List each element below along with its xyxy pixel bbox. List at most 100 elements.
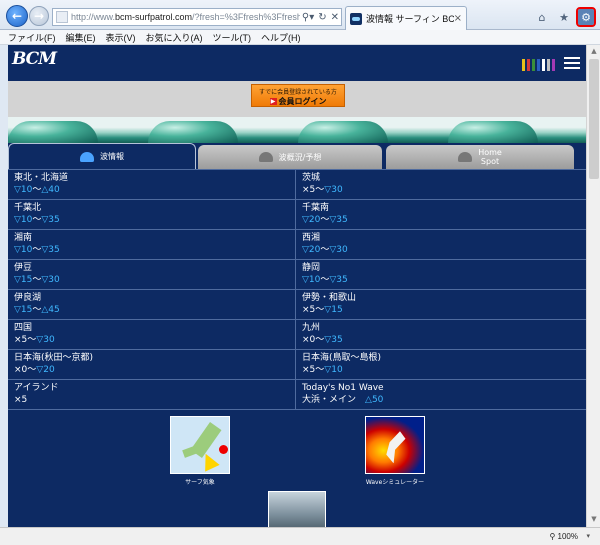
menu-file[interactable]: ファイル(F): [8, 31, 56, 44]
search-dropdown-icon[interactable]: ⚲▾: [300, 12, 316, 23]
refresh-icon[interactable]: ↻: [316, 12, 328, 23]
logo-text: BCM: [12, 49, 57, 69]
scroll-thumb[interactable]: [589, 59, 599, 179]
address-url[interactable]: http://www.bcm-surfpatrol.com/?fresh=%3F…: [71, 12, 300, 22]
region-cell[interactable]: 茨城 ×5〜▽30: [296, 170, 586, 200]
hamburger-menu-icon[interactable]: [564, 57, 580, 69]
address-bar[interactable]: http://www.bcm-surfpatrol.com/?fresh=%3F…: [52, 8, 342, 26]
url-domain: bcm-surfpatrol.com: [115, 12, 193, 22]
region-name: Today's No1 Wave: [302, 383, 384, 393]
region-cell[interactable]: 静岡 ▽10〜▽35: [296, 260, 586, 290]
browser-tab[interactable]: 波情報 サーフィン BCM ×: [345, 6, 467, 30]
region-condition: 大浜・メイン △50: [302, 395, 384, 405]
close-tab-icon[interactable]: ×: [454, 13, 462, 24]
region-cell[interactable]: 東北・北海道 ▽10〜△40: [8, 170, 296, 200]
region-name: 日本海(秋田〜京都): [14, 353, 94, 363]
region-cell[interactable]: 伊良湖 ▽15〜△45: [8, 290, 296, 320]
region-cell[interactable]: アイランド ×5: [8, 380, 296, 410]
region-cell[interactable]: 伊豆 ▽15〜▽30: [8, 260, 296, 290]
region-condition: ▽20〜▽30: [302, 245, 348, 255]
region-condition: ▽10〜▽35: [302, 275, 348, 285]
gear-icon[interactable]: ⚙: [576, 7, 596, 27]
forward-button[interactable]: →: [29, 6, 49, 26]
member-login-button[interactable]: すでに会員登録されている方 ▶ 会員ログイン: [251, 84, 345, 107]
vertical-scrollbar[interactable]: ▲ ▼: [586, 45, 600, 527]
region-name: アイランド: [14, 383, 59, 393]
surf-photo-thumbnail[interactable]: [268, 491, 326, 527]
region-cell[interactable]: 四国 ×5〜▽30: [8, 320, 296, 350]
tab-forecast-label: 波概況/予想: [278, 152, 322, 162]
menu-help[interactable]: ヘルプ(H): [261, 31, 301, 44]
region-cell[interactable]: Today's No1 Wave 大浜・メイン △50: [296, 380, 586, 410]
login-banner: すでに会員登録されている方 ▶ 会員ログイン: [8, 81, 586, 117]
zoom-level[interactable]: ⚲ 100%: [549, 532, 578, 541]
wave-simulator-caption: Waveシミュレーター: [365, 479, 425, 486]
region-name: 伊勢・和歌山: [302, 293, 357, 303]
region-cell[interactable]: 西湘 ▽20〜▽30: [296, 230, 586, 260]
region-name: 茨城: [302, 173, 321, 183]
wave-banner-image: [8, 117, 586, 143]
region-condition: ▽20〜▽35: [302, 215, 348, 225]
tab-wave-info-label: 波情報: [100, 152, 124, 161]
thumbnail-area: サーフ気象 Waveシミュレーター: [8, 410, 586, 527]
site-tabs: 波情報 波概況/予想 Home Spot: [8, 143, 586, 169]
region-name: 西湘: [302, 233, 321, 243]
language-flags-icon[interactable]: [522, 59, 555, 71]
region-grid: 東北・北海道 ▽10〜△40 茨城 ×5〜▽30 千葉北 ▽10〜▽35 千葉南 ▽20〜▽3…: [8, 169, 586, 410]
login-subtext: すでに会員登録されている方: [259, 89, 337, 96]
tab-wave-info[interactable]: 波情報: [8, 143, 196, 169]
region-condition: ▽10〜△40: [14, 185, 60, 195]
region-condition: ×5〜▽10: [302, 365, 343, 375]
menu-tools[interactable]: ツール(T): [213, 31, 252, 44]
region-condition: ×5: [14, 395, 28, 405]
surf-weather-caption: サーフ気象: [185, 479, 215, 486]
menu-view[interactable]: 表示(V): [106, 31, 136, 44]
region-name: 四国: [14, 323, 33, 333]
bcm-logo[interactable]: BCM: [12, 49, 57, 69]
browser-toolbar: ← → http://www.bcm-surfpatrol.com/?fresh…: [0, 0, 600, 30]
home-icon[interactable]: ⌂: [534, 9, 550, 25]
wave-simulator-thumbnail[interactable]: [365, 416, 425, 474]
region-name: 東北・北海道: [14, 173, 69, 183]
status-bar: ⚲ 100% ▾: [0, 527, 600, 545]
site-header: BCM: [8, 45, 586, 81]
region-condition: ▽10〜▽35: [14, 215, 60, 225]
region-name: 千葉北: [14, 203, 42, 213]
region-cell[interactable]: 千葉南 ▽20〜▽35: [296, 200, 586, 230]
region-name: 伊良湖: [14, 293, 42, 303]
region-name: 九州: [302, 323, 321, 333]
region-cell[interactable]: 日本海(秋田〜京都) ×0〜▽20: [8, 350, 296, 380]
region-cell[interactable]: 九州 ×0〜▽35: [296, 320, 586, 350]
region-cell[interactable]: 伊勢・和歌山 ×5〜▽15: [296, 290, 586, 320]
tab-home-spot[interactable]: Home Spot: [386, 145, 574, 169]
home-spot-icon: [458, 152, 473, 162]
scroll-down-icon[interactable]: ▼: [589, 515, 599, 525]
page-viewport: BCM すでに会員登録されている方 ▶ 会員ログイン 波情報 波概況/予想 Hom…: [8, 45, 586, 527]
tab-forecast[interactable]: 波概況/予想: [198, 145, 382, 169]
menu-edit[interactable]: 編集(E): [66, 31, 96, 44]
region-name: 伊豆: [14, 263, 33, 273]
tab-home-spot-label-2: Spot: [480, 157, 500, 166]
region-condition: ×5〜▽30: [14, 335, 55, 345]
menu-favorites[interactable]: お気に入り(A): [146, 31, 203, 44]
region-condition: ▽15〜▽30: [14, 275, 60, 285]
scroll-up-icon[interactable]: ▲: [589, 47, 599, 57]
zoom-caret-icon[interactable]: ▾: [586, 532, 590, 540]
region-cell[interactable]: 日本海(鳥取〜島根) ×5〜▽10: [296, 350, 586, 380]
region-name: 静岡: [302, 263, 321, 273]
surf-weather-thumbnail[interactable]: [170, 416, 230, 474]
page-favicon-icon: [56, 11, 68, 23]
favorites-star-icon[interactable]: ★: [556, 9, 572, 25]
region-cell[interactable]: 千葉北 ▽10〜▽35: [8, 200, 296, 230]
back-button[interactable]: ←: [6, 5, 28, 27]
zoom-icon: ⚲: [549, 532, 556, 541]
region-condition: ▽10〜▽35: [14, 245, 60, 255]
region-condition: ×0〜▽20: [14, 365, 55, 375]
forecast-icon: [258, 152, 273, 162]
menu-bar: ファイル(F) 編集(E) 表示(V) お気に入り(A) ツール(T) ヘルプ(…: [0, 30, 600, 45]
region-cell[interactable]: 湘南 ▽10〜▽35: [8, 230, 296, 260]
login-arrow-icon: ▶: [269, 98, 277, 105]
tab-home-spot-label-1: Home: [478, 148, 502, 157]
stop-icon[interactable]: ✕: [329, 12, 341, 23]
tab-title: 波情報 サーフィン BCM: [366, 14, 454, 24]
